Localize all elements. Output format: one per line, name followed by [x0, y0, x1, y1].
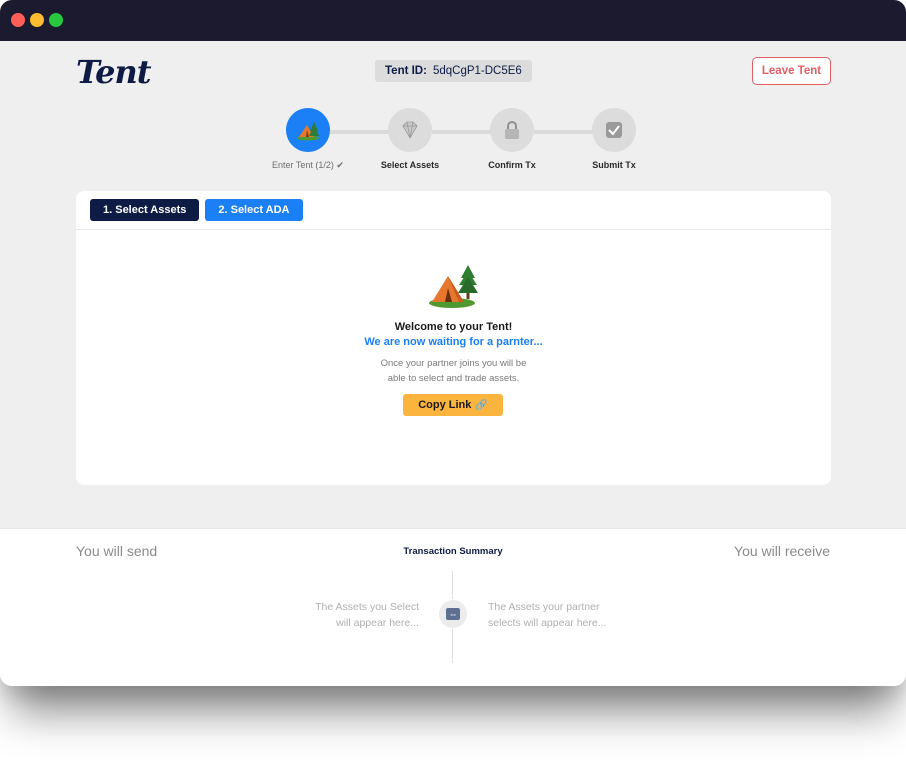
step-select-assets — [388, 108, 432, 152]
step-enter-tent — [286, 108, 330, 152]
asset-tabs: 1. Select Assets 2. Select ADA — [90, 199, 303, 221]
tent-id-value: 5dqCgP1-DC5E6 — [432, 65, 522, 77]
main-card: 1. Select Assets 2. Select ADA Welcome t… — [76, 191, 831, 485]
lock-icon — [505, 121, 519, 139]
window-titlebar — [0, 0, 906, 41]
description-line: able to select and trade assets. — [387, 373, 520, 384]
step-connector — [330, 130, 390, 134]
checkbox-icon — [606, 122, 622, 138]
leave-tent-button[interactable]: Leave Tent — [752, 57, 831, 85]
hint-line: The Assets your partner — [488, 601, 600, 613]
waiting-message: We are now waiting for a parnter... — [364, 336, 543, 348]
hint-line: will appear here... — [336, 617, 419, 629]
receive-assets-placeholder: The Assets your partner selects will app… — [488, 599, 658, 631]
gem-icon — [402, 121, 418, 139]
tent-id-label: Tent ID: — [385, 65, 427, 77]
card-divider — [76, 229, 831, 230]
progress-stepper: Enter Tent (1/2) ✔ Select Assets Confirm… — [0, 108, 906, 178]
summary-divider — [452, 629, 453, 663]
step-connector — [534, 130, 594, 134]
transaction-summary-panel: You will send Transaction Summary You wi… — [0, 528, 906, 686]
minimize-window-button[interactable] — [30, 13, 44, 27]
camping-icon — [429, 265, 478, 308]
hint-line: selects will appear here... — [488, 617, 607, 629]
app-window: Tent Tent ID: 5dqCgP1-DC5E6 Leave Tent E… — [0, 0, 906, 686]
maximize-window-button[interactable] — [49, 13, 63, 27]
close-window-button[interactable] — [11, 13, 25, 27]
swap-arrows: ⇔ — [446, 608, 460, 620]
tent-logo[interactable]: Tent — [76, 53, 152, 91]
step-label-submit-tx: Submit Tx — [592, 160, 636, 170]
description-line: Once your partner joins you will be — [380, 358, 527, 369]
swap-icon: ⇔ — [439, 600, 467, 628]
summary-divider — [452, 571, 453, 599]
tent-id-badge: Tent ID: 5dqCgP1-DC5E6 — [375, 60, 532, 82]
page-content: Tent Tent ID: 5dqCgP1-DC5E6 Leave Tent E… — [0, 41, 906, 686]
welcome-title: Welcome to your Tent! — [394, 321, 513, 333]
link-icon: 🔗 — [475, 399, 488, 411]
step-confirm-tx — [490, 108, 534, 152]
camping-icon — [297, 122, 319, 141]
send-assets-placeholder: The Assets you Select will appear here..… — [259, 599, 419, 631]
you-will-receive-heading: You will receive — [734, 543, 830, 559]
tab-select-ada[interactable]: 2. Select ADA — [205, 199, 303, 221]
step-submit-tx — [592, 108, 636, 152]
tab-select-assets[interactable]: 1. Select Assets — [90, 199, 200, 221]
copy-link-button[interactable]: Copy Link 🔗 — [403, 394, 503, 416]
welcome-description: Once your partner joins you will be able… — [76, 356, 831, 386]
hint-line: The Assets you Select — [315, 601, 419, 613]
copy-link-label: Copy Link — [418, 399, 472, 411]
step-connector — [432, 130, 492, 134]
